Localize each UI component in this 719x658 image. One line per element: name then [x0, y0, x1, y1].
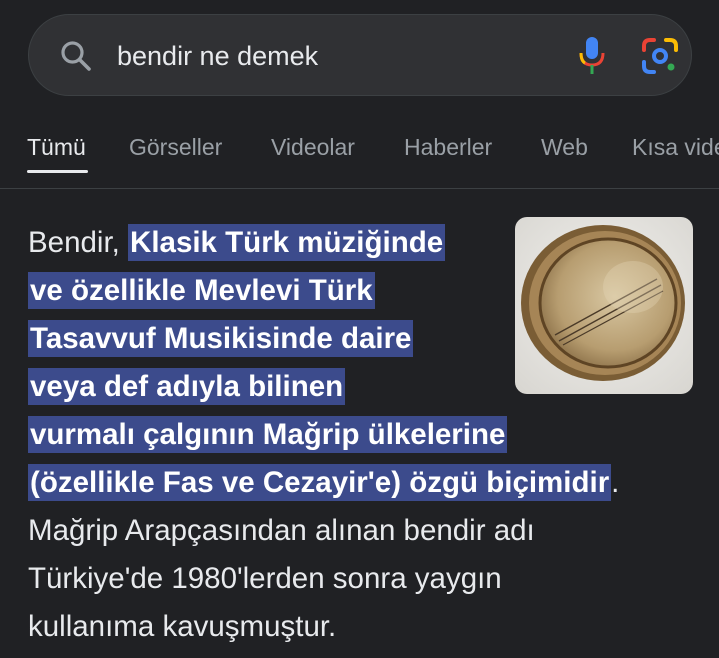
- snippet-highlight: veya def adıyla bilinen: [28, 368, 346, 405]
- tabs-divider: [0, 188, 719, 189]
- snippet-text: kullanıma kavuşmuştur.: [28, 610, 337, 643]
- snippet-highlight: Tasavvuf Musikisinde daire: [28, 320, 414, 357]
- snippet-highlight: vurmalı çalgının Mağrip ülkelerine: [28, 416, 508, 453]
- snippet-highlight: Klasik Türk müziğinde: [128, 224, 446, 261]
- tab-short-videos[interactable]: Kısa vide: [632, 130, 719, 164]
- snippet-text: Bendir,: [28, 226, 129, 259]
- snippet-text: Türkiye'de 1980'lerden sonra yaygın: [28, 562, 502, 595]
- google-lens-icon[interactable]: [640, 36, 680, 76]
- tab-videos[interactable]: Videolar: [271, 130, 355, 164]
- search-icon: [61, 41, 91, 71]
- search-results-page: bendir ne demek Tümü Görseller Videolar …: [0, 0, 719, 658]
- search-bar[interactable]: bendir ne demek: [28, 14, 692, 96]
- microphone-icon[interactable]: [573, 35, 611, 77]
- tab-all[interactable]: Tümü: [27, 130, 86, 164]
- active-tab-indicator: [27, 170, 88, 173]
- snippet-line: vurmalı çalgının Mağrip ülkelerine: [28, 411, 688, 459]
- snippet-highlight: (özellikle Fas ve Cezayir'e) özgü biçimi…: [28, 464, 612, 501]
- snippet-line: (özellikle Fas ve Cezayir'e) özgü biçimi…: [28, 459, 688, 507]
- tab-images[interactable]: Görseller: [129, 130, 222, 164]
- snippet-line: kullanıma kavuşmuştur.: [28, 603, 688, 651]
- snippet-highlight: ve özellikle Mevlevi Türk: [28, 272, 375, 309]
- tab-news[interactable]: Haberler: [404, 130, 492, 164]
- snippet-text: .: [611, 466, 620, 499]
- snippet-text: Mağrip Arapçasından alınan bendir adı: [28, 514, 535, 547]
- snippet-line: Mağrip Arapçasından alınan bendir adı: [28, 507, 688, 555]
- tab-web[interactable]: Web: [541, 130, 588, 164]
- search-tabs: Tümü Görseller Videolar Haberler Web Kıs…: [0, 130, 719, 178]
- bendir-drum-image[interactable]: [515, 217, 693, 394]
- search-input[interactable]: bendir ne demek: [117, 39, 318, 73]
- snippet-line: Türkiye'de 1980'lerden sonra yaygın: [28, 555, 688, 603]
